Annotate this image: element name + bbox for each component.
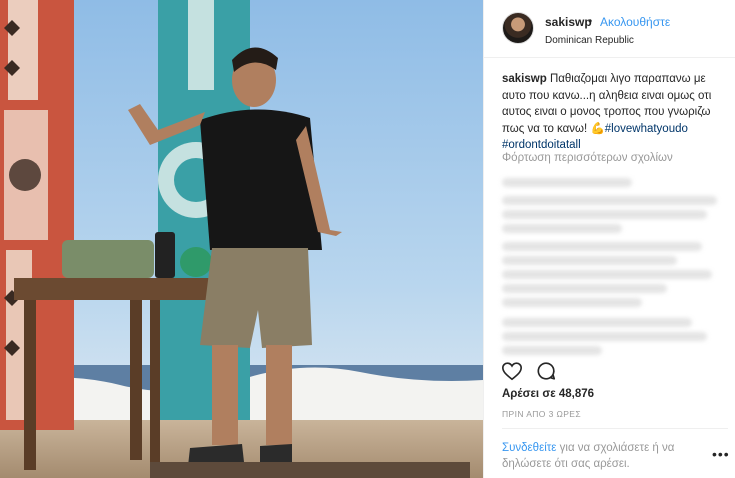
comment-icon[interactable] (535, 360, 557, 382)
blurred-comment (502, 270, 712, 279)
header-separator-dot: • (588, 14, 593, 28)
heart-icon[interactable] (501, 360, 523, 382)
blurred-comment (502, 196, 717, 205)
blurred-comment (502, 224, 622, 233)
post-photo[interactable] (0, 0, 483, 478)
flexed-biceps-emoji: 💪 (590, 122, 605, 135)
login-link[interactable]: Συνδεθείτε (502, 442, 556, 454)
post-caption: sakiswp Παθιαζομαι λιγο παραπανω με αυτο… (502, 71, 724, 154)
hashtag-link[interactable]: #ordontdoitatall (502, 139, 581, 151)
follow-button[interactable]: Ακολουθήστε (600, 15, 670, 29)
header-username[interactable]: sakiswp (545, 15, 592, 29)
post-side-panel: sakiswp • Ακολουθήστε Dominican Republic… (483, 0, 735, 478)
post-location[interactable]: Dominican Republic (545, 35, 634, 46)
post-header: sakiswp • Ακολουθήστε Dominican Republic (484, 0, 735, 58)
post-timestamp[interactable]: ΠΡΙΝ ΑΠΟ 3 ΩΡΕΣ (502, 409, 581, 419)
likes-count[interactable]: Αρέσει σε 48,876 (502, 388, 594, 400)
blurred-comment (502, 332, 707, 341)
load-more-comments-link[interactable]: Φόρτωση περισσότερων σχολίων (502, 152, 673, 164)
beach-scene-illustration (0, 0, 483, 478)
hashtag-link[interactable]: #lovewhatyoudo (605, 123, 688, 135)
login-prompt: Συνδεθείτε για να σχολιάσετε ή να δηλώσε… (502, 440, 702, 472)
blurred-comment (502, 346, 602, 355)
blurred-comment (502, 284, 667, 293)
blurred-comment (502, 318, 692, 327)
caption-username[interactable]: sakiswp (502, 73, 547, 85)
blurred-comment (502, 298, 642, 307)
avatar[interactable] (502, 12, 534, 44)
blurred-comment (502, 256, 677, 265)
more-options-icon[interactable]: ••• (712, 446, 730, 462)
blurred-comment (502, 242, 702, 251)
blurred-comment (502, 210, 707, 219)
blurred-comment (502, 178, 632, 187)
divider (502, 428, 728, 429)
